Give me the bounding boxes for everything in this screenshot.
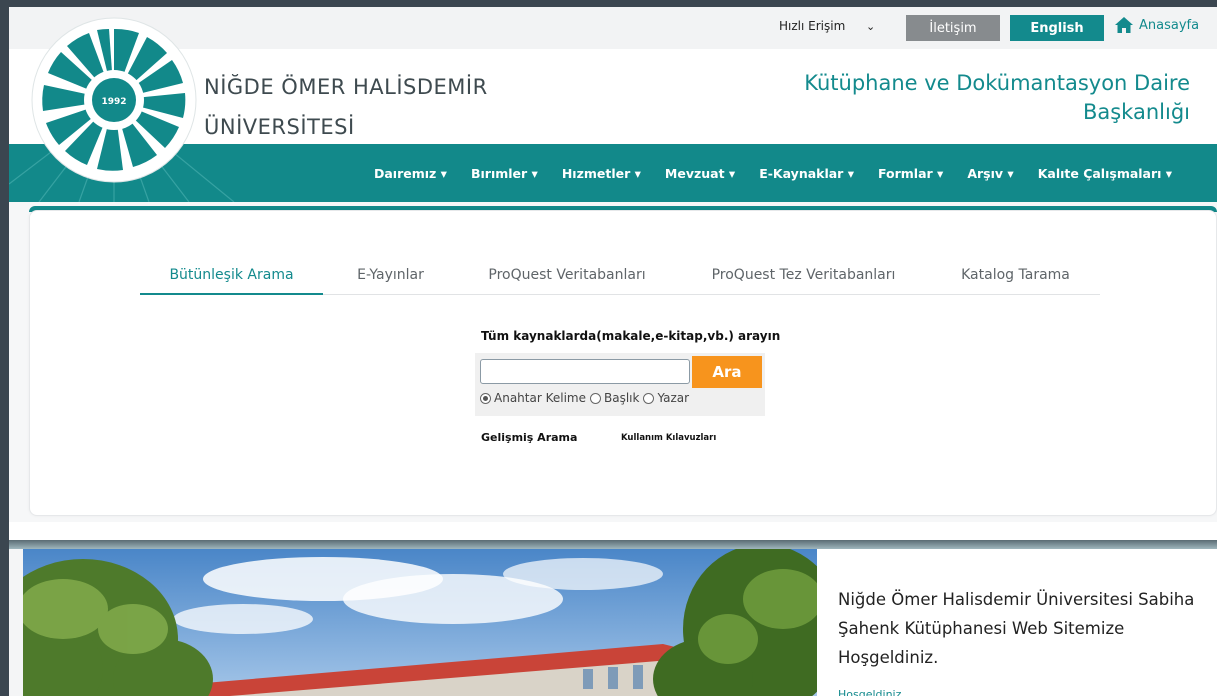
english-button[interactable]: English: [1010, 15, 1104, 41]
radio-anahtar-kelime[interactable]: [480, 392, 491, 404]
radio-yazar[interactable]: [643, 392, 655, 404]
tab-e-yayinlar[interactable]: E-Yayınlar: [323, 257, 458, 295]
search-tabs: Bütünleşik Arama E-Yayınlar ProQuest Ver…: [140, 257, 1100, 295]
library-building-photo: [23, 549, 817, 696]
nav-item-arsiv[interactable]: Arşıv ▾: [967, 166, 1013, 181]
university-name-line1: NİĞDE ÖMER HALİSDEMİR: [204, 75, 488, 99]
search-title: Tüm kaynaklarda(makale,e-kitap,vb.) aray…: [481, 329, 781, 343]
home-link[interactable]: Anasayfa: [1114, 16, 1199, 34]
home-label: Anasayfa: [1139, 17, 1200, 33]
section-divider: [9, 540, 1217, 549]
advanced-search-link[interactable]: Gelişmiş Arama: [481, 431, 577, 444]
nav-item-kalite-calismalari[interactable]: Kalıte Çalışmaları ▾: [1038, 166, 1172, 181]
university-logo[interactable]: 1992: [29, 15, 199, 185]
search-input[interactable]: [480, 359, 690, 384]
tab-katalog-tarama[interactable]: Katalog Tarama: [931, 257, 1100, 295]
user-guides-link[interactable]: Kullanım Kılavuzları: [621, 433, 716, 443]
search-type-options: Anahtar Kelime Başlık Yazar: [480, 391, 693, 405]
search-button[interactable]: Ara: [692, 356, 762, 388]
welcome-text: Niğde Ömer Halisdemir Üniversitesi Sabih…: [838, 590, 1195, 667]
nav-item-hizmetler[interactable]: Hızmetler ▾: [562, 166, 641, 181]
tab-proquest-tez-veritabanlari[interactable]: ProQuest Tez Veritabanları: [676, 257, 931, 295]
nav-item-birimler[interactable]: Bırımler ▾: [471, 166, 538, 181]
nav-item-dairemiz[interactable]: Daıremız ▾: [374, 166, 447, 181]
left-margin: [9, 549, 23, 696]
radio-label-yazar: Yazar: [657, 391, 690, 405]
home-icon: [1115, 17, 1133, 33]
chevron-down-icon[interactable]: ⌄: [866, 20, 875, 33]
department-title-line1: Kütüphane ve Dokümantasyon Daire: [804, 71, 1190, 95]
radio-label-anahtar-kelime: Anahtar Kelime: [494, 391, 586, 405]
radio-label-baslik: Başlık: [603, 391, 640, 405]
browser-page: Hızlı Erişim ⌄ İletişim English Anasayfa…: [9, 7, 1217, 696]
department-title: Kütüphane ve Dokümantasyon Daire Başkanl…: [804, 69, 1190, 127]
logo-year: 1992: [101, 97, 126, 107]
contact-button[interactable]: İletişim: [906, 15, 1000, 41]
nav-item-e-kaynaklar[interactable]: E-Kaynaklar ▾: [759, 166, 854, 181]
nav-item-formlar[interactable]: Formlar ▾: [878, 166, 943, 181]
welcome-link[interactable]: Hoşgeldiniz: [838, 688, 901, 696]
university-name-line2: ÜNİVERSİTESİ: [204, 115, 355, 139]
tab-proquest-veritabanlari[interactable]: ProQuest Veritabanları: [458, 257, 676, 295]
nav-menu: Daıremız ▾ Bırımler ▾ Hızmetler ▾ Mevzua…: [374, 144, 1196, 202]
tab-butunlesik-arama[interactable]: Bütünleşik Arama: [140, 257, 323, 295]
nav-item-mevzuat[interactable]: Mevzuat ▾: [665, 166, 735, 181]
radio-baslik[interactable]: [589, 392, 601, 404]
department-title-line2: Başkanlığı: [1082, 100, 1190, 124]
quick-access-dropdown[interactable]: Hızlı Erişim: [779, 19, 845, 33]
university-name[interactable]: NİĞDE ÖMER HALİSDEMİR ÜNİVERSİTESİ: [204, 67, 488, 147]
